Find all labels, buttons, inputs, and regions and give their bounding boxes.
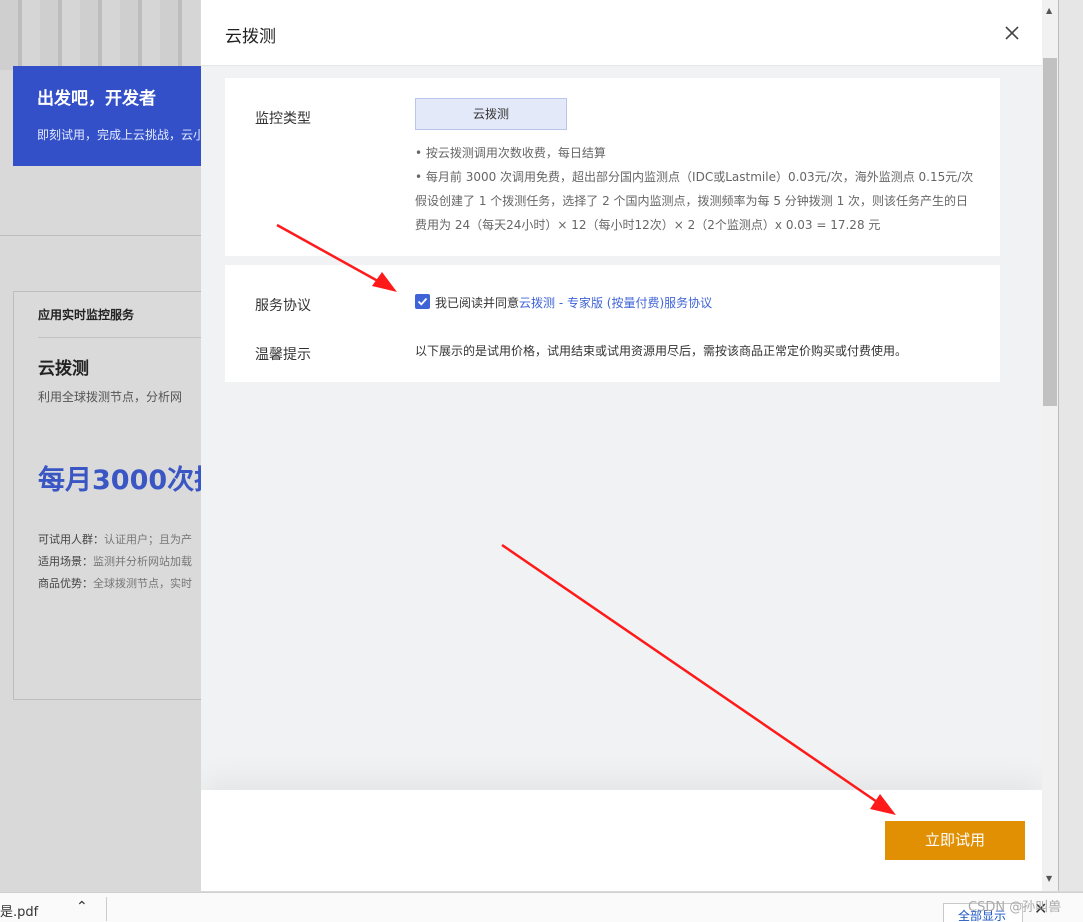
checkmark-icon (417, 297, 428, 306)
product-title: 云拨测 (38, 359, 89, 379)
card-divider (38, 337, 212, 338)
close-icon[interactable] (1001, 22, 1023, 44)
window-edge (1058, 0, 1083, 891)
pricing-note: 假设创建了 1 个拨测任务，选择了 2 个国内监测点，拨测频率为每 5 分钟拨测… (415, 194, 969, 208)
product-category: 应用实时监控服务 (38, 308, 135, 322)
drawer-header: 云拨测 (201, 0, 1042, 66)
card-meta-scenario: 适用场景：监测并分析网站加载 (38, 553, 192, 569)
tip-label: 温馨提示 (255, 347, 311, 363)
background-banner-image (0, 0, 200, 70)
card-meta-advantage: 商品优势：全球拨测节点，实时 (38, 575, 192, 591)
agreement-link[interactable]: 云拨测 - 专家版 (按量付费)服务协议 (519, 296, 712, 310)
product-promo: 每月3000次拨 (38, 465, 213, 496)
agreement-checkbox[interactable] (415, 294, 430, 309)
monitor-type-panel: 监控类型 云拨测 • 按云拨测调用次数收费，每日结算 • 每月前 3000 次调… (225, 78, 1000, 256)
drawer-title: 云拨测 (225, 27, 276, 47)
product-description: 利用全球拨测节点，分析网 (38, 390, 183, 404)
drawer-footer: 立即试用 (201, 790, 1042, 891)
pricing-note: 费用为 24（每天24小时）× 12（每小时12次）× 2（2个监测点）x 0.… (415, 218, 881, 232)
hero-banner: 出发吧，开发者 即刻试用，完成上云挑战，云小 (13, 66, 201, 166)
product-card: 应用实时监控服务 云拨测 利用全球拨测节点，分析网 每月3000次拨 可试用人群… (13, 291, 213, 700)
background-divider (0, 235, 201, 236)
monitor-type-option-button[interactable]: 云拨测 (415, 98, 567, 130)
meta-label: 适用场景： (38, 555, 93, 568)
hero-title: 出发吧，开发者 (37, 89, 156, 109)
card-meta-audience: 可试用人群：认证用户；且为产 (38, 531, 192, 547)
pricing-note: • 每月前 3000 次调用免费，超出部分国内监测点（IDC或Lastmile）… (415, 170, 974, 184)
agreement-label: 服务协议 (255, 298, 311, 314)
download-bar: 是.pdf ⌃ 全部显示 ✕ (0, 892, 1083, 922)
scroll-up-arrow-icon[interactable]: ▲ (1046, 6, 1052, 15)
agreement-prefix: 我已阅读并同意 (435, 296, 520, 310)
watermark: CSDN @孙叫兽 (968, 900, 1062, 915)
agreement-text: 我已阅读并同意云拨测 - 专家版 (按量付费)服务协议 (435, 294, 712, 311)
meta-value: 认证用户；且为产 (104, 533, 192, 546)
scrollbar[interactable]: ▲ ▼ (1042, 0, 1058, 891)
monitor-type-label: 监控类型 (255, 111, 311, 127)
agreement-panel: 服务协议 我已阅读并同意云拨测 - 专家版 (按量付费)服务协议 温馨提示 以下… (225, 265, 1000, 382)
start-trial-button[interactable]: 立即试用 (885, 821, 1025, 860)
hero-subtitle: 即刻试用，完成上云挑战，云小 (37, 128, 201, 142)
scrollbar-thumb[interactable] (1043, 58, 1057, 406)
chevron-up-icon[interactable]: ⌃ (76, 899, 88, 915)
meta-label: 可试用人群： (38, 533, 104, 546)
meta-value: 全球拨测节点，实时 (93, 577, 192, 590)
scroll-down-arrow-icon[interactable]: ▼ (1046, 874, 1052, 883)
meta-value: 监测并分析网站加载 (93, 555, 192, 568)
download-separator (106, 897, 107, 921)
pricing-note: • 按云拨测调用次数收费，每日结算 (415, 146, 606, 160)
tip-text: 以下展示的是试用价格，试用结束或试用资源用尽后，需按该商品正常定价购买或付费使用… (415, 344, 908, 358)
trial-drawer: 云拨测 监控类型 云拨测 • 按云拨测调用次数收费，每日结算 • 每月前 300… (201, 0, 1042, 891)
download-file-name[interactable]: 是.pdf (0, 901, 38, 920)
meta-label: 商品优势： (38, 577, 93, 590)
